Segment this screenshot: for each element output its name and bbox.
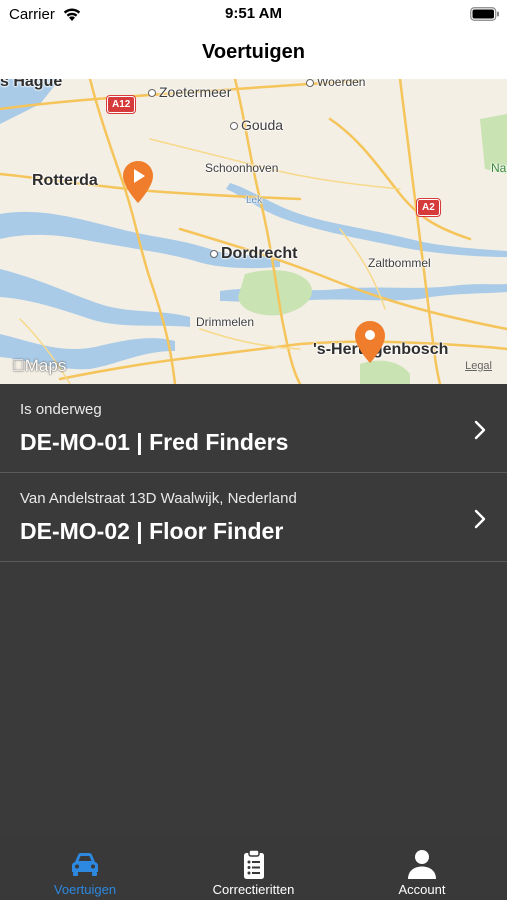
vehicle-list: Is onderweg DE-MO-01 | Fred Finders Van … bbox=[0, 384, 507, 562]
map-label-nap: Nap bbox=[491, 161, 507, 175]
map-label-hague: s Hague bbox=[0, 79, 63, 90]
map-label-dordrecht: Dordrecht bbox=[210, 245, 297, 263]
vehicle-name: DE-MO-02 | Floor Finder bbox=[20, 518, 284, 544]
map-label-woerden: Woerden bbox=[306, 79, 365, 89]
tab-label: Correctieritten bbox=[212, 882, 295, 897]
chevron-right-icon bbox=[474, 420, 486, 440]
tab-voertuigen[interactable]: Voertuigen bbox=[0, 838, 170, 900]
page-title: Voertuigen bbox=[202, 41, 305, 63]
map-label-gouda: Gouda bbox=[230, 117, 283, 133]
vehicle-pin-moving[interactable] bbox=[121, 159, 155, 205]
chevron-right-icon bbox=[474, 509, 486, 529]
tab-bar: Voertuigen Correctieritten Account bbox=[0, 838, 507, 900]
vehicle-pin-parked[interactable] bbox=[353, 319, 387, 365]
car-icon bbox=[72, 853, 98, 876]
status-time: 9:51 AM bbox=[225, 5, 282, 22]
map-label-drimmelen: Drimmelen bbox=[196, 315, 255, 329]
tab-label: Voertuigen bbox=[53, 882, 117, 897]
maps-logo: Maps bbox=[12, 356, 66, 376]
map-label-schoonhoven: Schoonhoven bbox=[205, 161, 279, 175]
tab-correctieritten[interactable]: Correctieritten bbox=[170, 838, 337, 900]
apple-logo-icon:  bbox=[12, 356, 25, 375]
tab-account[interactable]: Account bbox=[337, 838, 507, 900]
vehicle-row[interactable]: Van Andelstraat 13D Waalwijk, Nederland … bbox=[0, 473, 507, 562]
maps-logo-text: Maps bbox=[12, 356, 67, 375]
map-label-zoetermeer: Zoetermeer bbox=[148, 84, 231, 100]
road-shield-a2: A2 bbox=[417, 199, 440, 216]
vehicle-row[interactable]: Is onderweg DE-MO-01 | Fred Finders bbox=[0, 384, 507, 473]
map-view[interactable]: s Hague Zoetermeer Woerden Gouda Rotterd… bbox=[0, 79, 507, 384]
vehicle-address: Van Andelstraat 13D Waalwijk, Nederland bbox=[20, 490, 297, 507]
tab-label: Account bbox=[398, 882, 446, 897]
map-label-zaltbommel: Zaltbommel bbox=[368, 256, 431, 270]
map-label-lek: Lek bbox=[246, 195, 263, 206]
person-icon bbox=[408, 850, 436, 879]
navigation-bar: Voertuigen bbox=[0, 30, 507, 79]
vehicle-name: DE-MO-01 | Fred Finders bbox=[20, 429, 289, 455]
clipboard-icon bbox=[244, 849, 264, 879]
status-bar: Carrier 9:51 AM bbox=[0, 0, 507, 30]
legal-link[interactable]: Legal bbox=[465, 360, 492, 372]
vehicle-status: Is onderweg bbox=[20, 401, 102, 418]
battery-icon bbox=[470, 7, 499, 21]
map-label-rotterdam: Rotterda bbox=[32, 172, 98, 189]
road-shield-a12: A12 bbox=[107, 96, 136, 113]
